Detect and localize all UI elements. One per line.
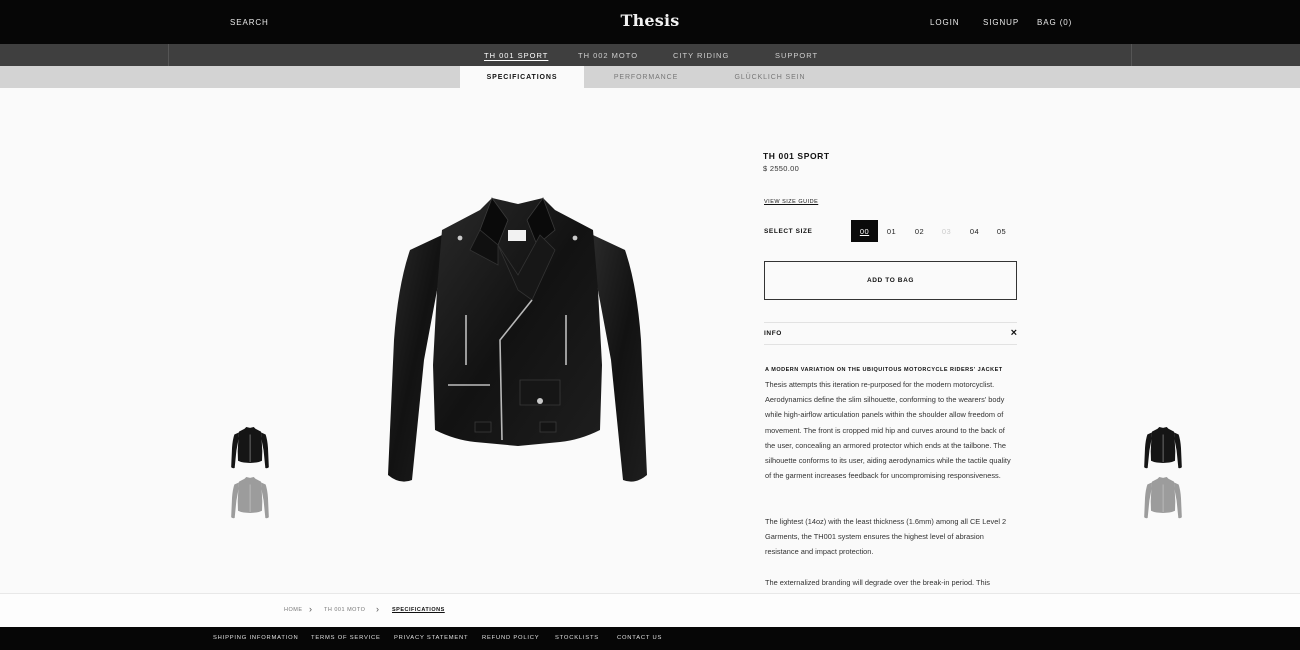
size-option-01[interactable]: 01 — [878, 220, 905, 242]
primary-nav: TH 001 SPORT TH 002 MOTO CITY RIDING SUP… — [0, 44, 1300, 66]
tab-performance[interactable]: PERFORMANCE — [584, 66, 708, 88]
nav-item-th001-sport[interactable]: TH 001 SPORT — [484, 51, 548, 60]
footer: SHIPPING INFORMATION TERMS OF SERVICE PR… — [0, 627, 1300, 650]
view-size-guide-link[interactable]: VIEW SIZE GUIDE — [764, 199, 818, 205]
chevron-right-icon: › — [376, 604, 379, 614]
footer-refund-policy[interactable]: REFUND POLICY — [482, 635, 539, 641]
thumbnail-black-jacket-right[interactable] — [1143, 424, 1183, 472]
footer-contact-us[interactable]: CONTACT US — [617, 635, 662, 641]
breadcrumb-specifications: SPECIFICATIONS — [392, 607, 445, 613]
product-main-image — [388, 197, 647, 482]
footer-privacy-statement[interactable]: PRIVACY STATEMENT — [394, 635, 468, 641]
bag-link[interactable]: BAG (0) — [1037, 18, 1072, 27]
nav-divider — [168, 44, 169, 66]
info-accordion-header[interactable]: INFO × — [764, 322, 1017, 345]
footer-terms-of-service[interactable]: TERMS OF SERVICE — [311, 635, 381, 641]
tab-glucklich-sein[interactable]: GLÜCKLICH SEIN — [708, 66, 832, 88]
size-option-02[interactable]: 02 — [906, 220, 933, 242]
brand-logo[interactable]: Thesis — [0, 11, 1300, 30]
thumbnail-grey-jacket-right[interactable] — [1143, 474, 1183, 522]
tab-specifications[interactable]: SPECIFICATIONS — [460, 66, 584, 88]
nav-divider — [1131, 44, 1132, 66]
login-link[interactable]: LOGIN — [930, 18, 959, 27]
thumbnail-black-jacket[interactable] — [230, 424, 270, 472]
chevron-right-icon: › — [309, 604, 312, 614]
description-paragraph: The lightest (14oz) with the least thick… — [765, 517, 1007, 557]
breadcrumb-th001-moto[interactable]: TH 001 MOTO — [324, 607, 365, 613]
info-label: INFO — [764, 330, 782, 337]
size-option-05[interactable]: 05 — [988, 220, 1015, 242]
description-paragraph: Thesis attempts this iteration re-purpos… — [765, 380, 1011, 481]
nav-item-city-riding[interactable]: CITY RIDING — [673, 51, 729, 60]
sub-nav: SPECIFICATIONS PERFORMANCE GLÜCKLICH SEI… — [0, 66, 1300, 88]
close-icon[interactable]: × — [1011, 327, 1017, 339]
top-header: SEARCH Thesis LOGIN SIGNUP BAG (0) — [0, 0, 1300, 44]
size-option-00[interactable]: 00 — [851, 220, 878, 242]
breadcrumb: HOME › TH 001 MOTO › SPECIFICATIONS — [0, 593, 1300, 627]
breadcrumb-home[interactable]: HOME — [284, 607, 303, 613]
product-price: $ 2550.00 — [763, 164, 800, 173]
nav-item-support[interactable]: SUPPORT — [775, 51, 818, 60]
description-heading: A MODERN VARIATION ON THE UBIQUITOUS MOT… — [765, 367, 1003, 373]
select-size-label: SELECT SIZE — [764, 228, 813, 235]
footer-shipping-information[interactable]: SHIPPING INFORMATION — [213, 635, 298, 641]
footer-stocklists[interactable]: STOCKLISTS — [555, 635, 599, 641]
size-option-04[interactable]: 04 — [961, 220, 988, 242]
description-paragraph: The externalized branding will degrade o… — [765, 578, 990, 587]
signup-link[interactable]: SIGNUP — [983, 18, 1019, 27]
add-to-bag-button[interactable]: ADD TO BAG — [764, 261, 1017, 300]
nav-item-th002-moto[interactable]: TH 002 MOTO — [578, 51, 638, 60]
product-title: TH 001 SPORT — [763, 151, 830, 161]
thumbnail-grey-jacket[interactable] — [230, 474, 270, 522]
size-option-03: 03 — [941, 226, 952, 236]
